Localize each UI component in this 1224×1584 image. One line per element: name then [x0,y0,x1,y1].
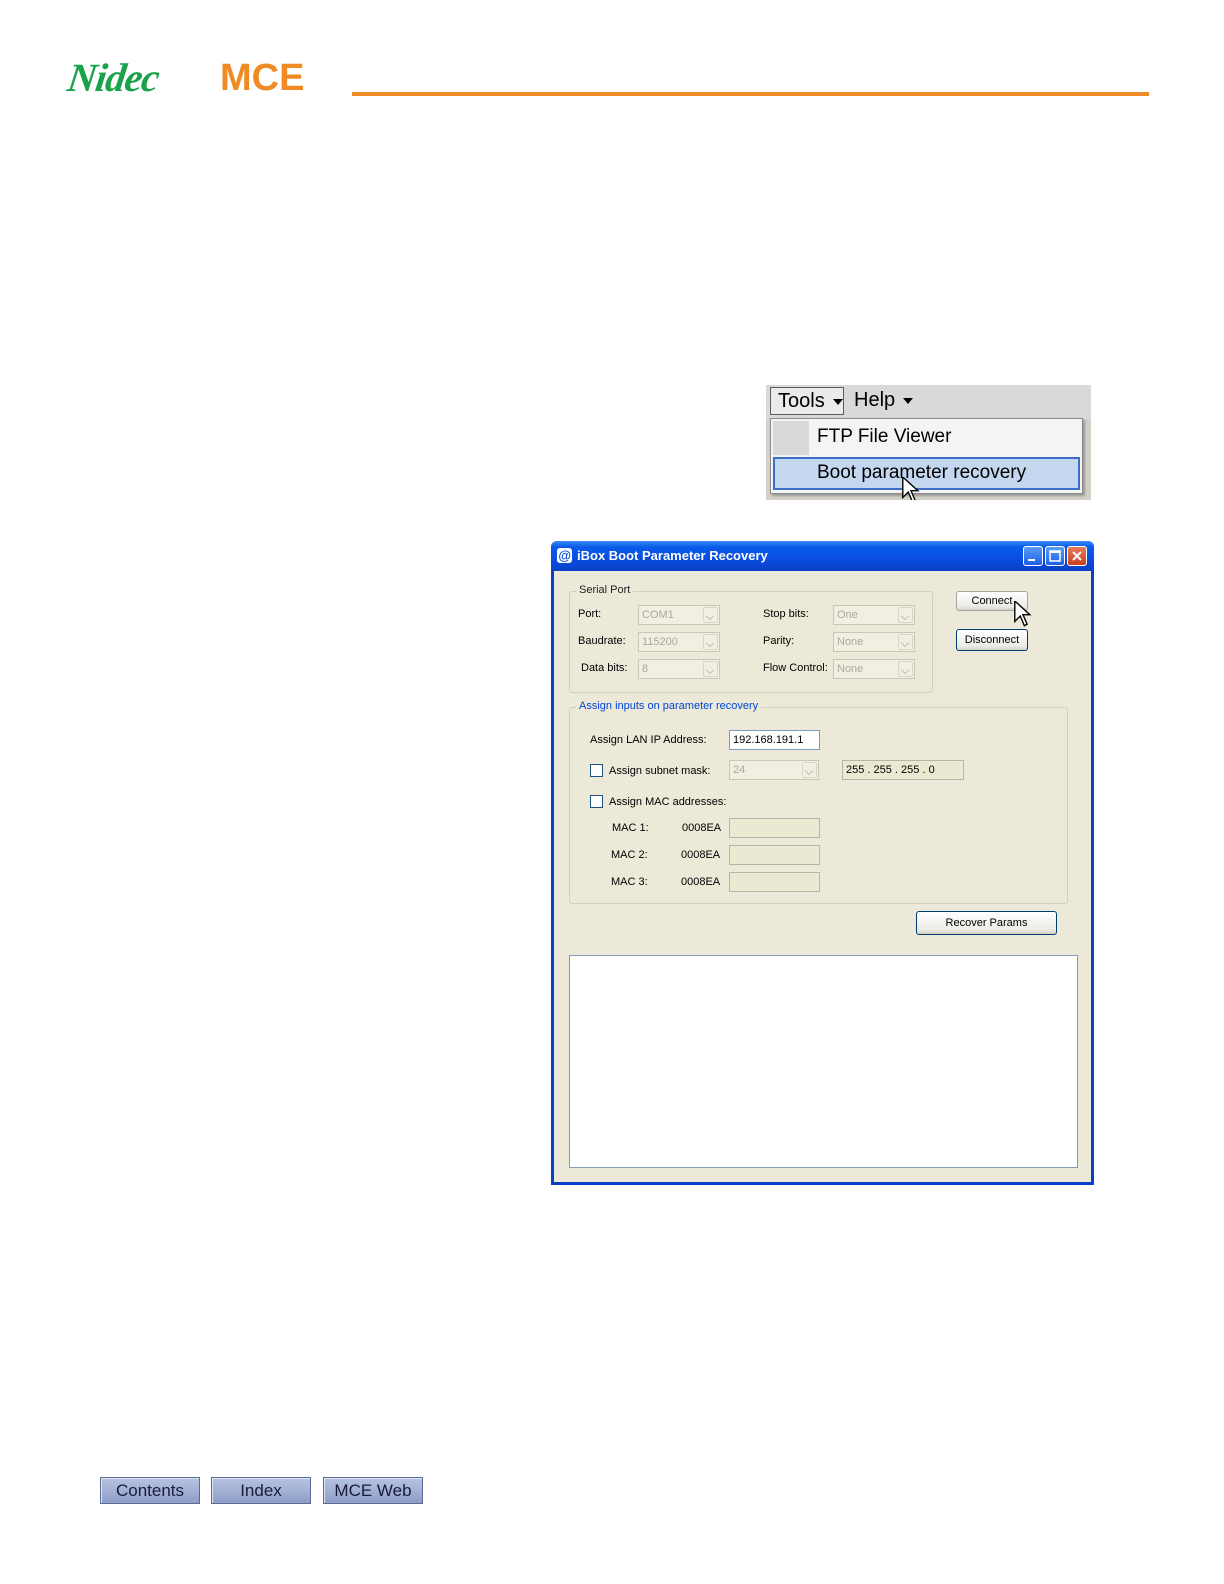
app-icon: @ [557,548,572,563]
mac3-input[interactable] [729,872,820,892]
baudrate-value: 115200 [642,636,678,648]
subnet-mask-label: Assign subnet mask: [609,765,711,777]
chevron-down-icon [802,762,817,778]
parity-select[interactable]: None [833,632,915,652]
tools-menu-screenshot: Tools Help FTP File Viewer Boot paramete… [766,385,1091,500]
mac-addresses-checkbox[interactable] [590,795,603,808]
serial-port-group-label: Serial Port [576,584,634,596]
menu-icon-gutter [773,421,809,455]
stopbits-value: One [837,609,858,621]
mce-web-button[interactable]: MCE Web [323,1477,423,1504]
chevron-down-icon [903,397,914,404]
port-label: Port: [578,608,602,620]
baudrate-label: Baudrate: [578,635,626,647]
chevron-down-icon [703,661,718,677]
mac3-prefix: 0008EA [681,876,721,888]
close-icon [1072,551,1082,561]
stopbits-label: Stop bits: [763,608,809,620]
mac-addresses-label: Assign MAC addresses: [609,796,727,808]
menu-tools-label: Tools [778,390,825,412]
chevron-down-icon [703,634,718,650]
assign-inputs-group-label: Assign inputs on parameter recovery [576,700,762,712]
menu-bar: Tools Help [766,385,1091,419]
chevron-down-icon [703,607,718,623]
subnet-prefix-value: 24 [733,764,746,776]
header-rule [352,92,1149,96]
menu-help-label: Help [854,389,896,411]
flow-control-label: Flow Control: [763,662,828,674]
chevron-down-icon [832,398,843,405]
menu-tools[interactable]: Tools [770,387,844,415]
mac2-label: MAC 2: [611,849,648,861]
close-button[interactable] [1067,546,1087,566]
databits-select[interactable]: 8 [638,659,720,679]
mac1-input[interactable] [729,818,820,838]
mac1-label: MAC 1: [612,822,649,834]
parity-value: None [837,636,864,648]
logo-mce-text: MCE [220,57,305,99]
mouse-cursor-icon [1014,601,1032,627]
boot-parameter-recovery-dialog: @ iBox Boot Parameter Recovery Serial Po… [551,541,1094,1185]
chevron-down-icon [898,607,913,623]
databits-value: 8 [642,663,649,675]
connect-label: Connect [971,595,1013,607]
baudrate-select[interactable]: 115200 [638,632,720,652]
mac1-prefix: 0008EA [682,822,722,834]
maximize-button[interactable] [1045,546,1065,566]
chevron-down-icon [898,661,913,677]
logo-nidec-text: Nidec [64,55,162,100]
mac3-label: MAC 3: [611,876,648,888]
window-title: iBox Boot Parameter Recovery [577,548,768,563]
output-log-textarea[interactable] [569,955,1078,1168]
dialog-client-area: Serial Port Port: COM1 Baudrate: 115200 … [554,571,1091,1182]
tools-dropdown: FTP File Viewer Boot parameter recovery [770,418,1083,494]
mac2-prefix: 0008EA [681,849,721,861]
minimize-button[interactable] [1023,546,1043,566]
flow-control-value: None [837,663,864,675]
parity-label: Parity: [763,635,795,647]
subnet-prefix-select[interactable]: 24 [729,760,819,780]
port-value: COM1 [642,609,674,621]
menu-help[interactable]: Help [854,387,914,415]
flow-control-select[interactable]: None [833,659,915,679]
menu-item-boot-parameter-recovery[interactable]: Boot parameter recovery [817,456,1026,490]
stopbits-select[interactable]: One [833,605,915,625]
chevron-down-icon [898,634,913,650]
mac2-input[interactable] [729,845,820,865]
title-bar[interactable]: @ iBox Boot Parameter Recovery [551,541,1094,571]
subnet-mask-checkbox[interactable] [590,764,603,777]
disconnect-label: Disconnect [964,634,1020,646]
index-button[interactable]: Index [211,1477,311,1504]
lan-ip-input[interactable]: 192.168.191.1 [729,730,820,750]
lan-ip-label: Assign LAN IP Address: [590,734,707,746]
disconnect-button[interactable]: Disconnect [956,629,1028,651]
recover-params-button[interactable]: Recover Params [916,911,1057,935]
databits-label: Data bits: [581,662,628,674]
menu-item-ftp-file-viewer[interactable]: FTP File Viewer [817,420,951,454]
minimize-icon [1028,559,1035,561]
maximize-icon [1049,550,1061,562]
recover-params-label: Recover Params [945,917,1028,929]
mouse-cursor-icon [902,477,920,500]
subnet-mask-input[interactable]: 255 . 255 . 255 . 0 [842,760,964,780]
port-select[interactable]: COM1 [638,605,720,625]
contents-button[interactable]: Contents [100,1477,200,1504]
